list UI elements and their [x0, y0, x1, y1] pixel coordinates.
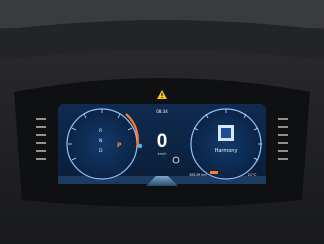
indicator-light-icon	[137, 143, 143, 149]
status-light-icon	[210, 171, 218, 174]
gear-lower: D	[99, 149, 103, 154]
clock-display: 08:34	[156, 109, 168, 114]
gear-upper: R	[99, 129, 103, 134]
gear-selected: P	[117, 142, 122, 149]
odometer-readout: 38139 km	[189, 173, 207, 177]
outside-temp-readout: 21°C	[247, 173, 257, 177]
speed-readout: 0	[156, 131, 168, 152]
right-gauge-dial	[190, 108, 262, 180]
dashboard-scene	[0, 0, 324, 244]
speed-unit: km/h	[157, 152, 167, 156]
media-title: Harmony	[214, 148, 238, 154]
gear-middle: N	[99, 139, 103, 144]
